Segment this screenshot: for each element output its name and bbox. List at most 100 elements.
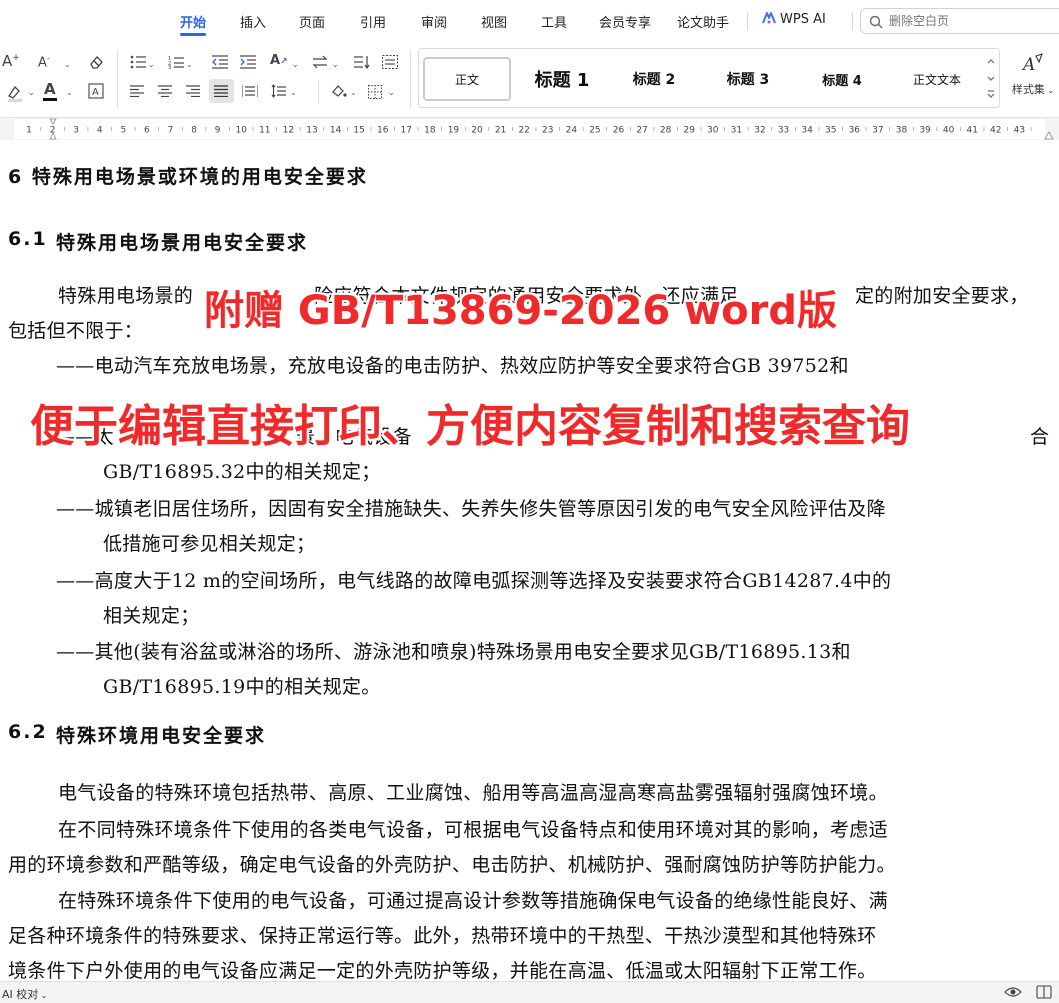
numbered-list-icon[interactable]: 123 xyxy=(168,55,184,69)
distributed-align-icon[interactable] xyxy=(242,85,258,97)
align-right-icon[interactable] xyxy=(186,85,200,97)
align-center-icon[interactable] xyxy=(158,85,172,97)
bullet-4-line-2: 相关规定； xyxy=(103,605,200,627)
wps-ai-button[interactable]: WPS AI xyxy=(762,11,826,27)
svg-text:A: A xyxy=(92,87,99,98)
ribbon-divider xyxy=(318,80,319,104)
horizontal-ruler[interactable]: 1 2 3 4 5 6 7 8 9 10 11 12 13 14 15 16 17 18 19 20 21 22 23 24 2… xyxy=(0,117,1059,140)
status-bar: AI 校对 ⌄ xyxy=(0,981,1059,1003)
ruler-number: 36 xyxy=(849,126,861,136)
ruler-number: 38 xyxy=(896,126,908,136)
ruler-number: 33 xyxy=(778,126,789,136)
paragraph-1-line-2: 包括但不限于： xyxy=(8,320,144,342)
heading-6-1: 特殊用电场景用电安全要求 xyxy=(56,232,309,254)
line-spacing-icon[interactable] xyxy=(312,55,328,69)
eraser-icon[interactable] xyxy=(88,54,104,70)
font-shrink-icon[interactable]: A- xyxy=(38,55,50,70)
svg-text:3: 3 xyxy=(168,65,171,69)
bullet-3-line-2: 低措施可参见相关规定； xyxy=(103,533,316,555)
tab-page[interactable]: 页面 xyxy=(299,12,325,31)
search-input[interactable] xyxy=(889,13,1049,29)
chevron-down-icon[interactable]: ⌄ xyxy=(28,88,35,97)
ruler-number: 11 xyxy=(259,126,270,136)
wps-ai-icon xyxy=(762,12,776,24)
tab-member[interactable]: 会员专享 xyxy=(599,12,651,31)
ruler-number: 16 xyxy=(377,126,389,136)
justify-icon[interactable] xyxy=(214,85,228,97)
ruler-number: 7 xyxy=(168,126,174,136)
style-body-text-label: 正文文本 xyxy=(912,72,961,87)
chevron-down-icon[interactable]: ⌄ xyxy=(350,88,357,97)
styles-set-button[interactable]: A 样式集 ⌄ xyxy=(1010,52,1056,108)
style-body-text[interactable]: 正文文本 xyxy=(893,57,981,101)
ruler-number: 13 xyxy=(306,126,317,136)
ruler-number: 21 xyxy=(495,126,506,136)
heading-6: 6 特殊用电场景或环境的用电安全要求 xyxy=(8,166,368,188)
chevron-down-icon[interactable]: ⌄ xyxy=(290,88,297,97)
show-marks-icon[interactable] xyxy=(382,55,398,69)
ruler-number: 8 xyxy=(191,126,197,136)
tab-insert[interactable]: 插入 xyxy=(240,12,266,31)
char-border-icon[interactable]: A xyxy=(88,83,104,99)
ruler-number: 43 xyxy=(1014,126,1025,136)
style-heading-2[interactable]: 标题 2 xyxy=(611,57,697,101)
ruler-number: 9 xyxy=(215,126,221,136)
bullet-list-icon[interactable] xyxy=(130,55,146,69)
promo-banner-line-1: 附赠 GB/T13869-2026 word版 xyxy=(203,287,838,335)
ruler-number: 1 xyxy=(26,126,32,136)
border-icon[interactable] xyxy=(368,85,382,99)
chevron-down-icon[interactable]: ⌄ xyxy=(332,60,339,69)
ruler-number: 25 xyxy=(589,126,600,136)
ribbon-divider xyxy=(117,50,118,108)
ruler-number: 29 xyxy=(684,126,696,136)
paragraph-spacing-icon[interactable] xyxy=(270,84,286,98)
shading-icon[interactable] xyxy=(330,84,348,100)
chevron-down-icon[interactable]: ⌄ xyxy=(148,60,155,69)
ruler-number: 32 xyxy=(754,126,765,136)
font-grow-icon[interactable]: A+ xyxy=(2,54,20,69)
chevron-down-icon[interactable]: ⌄ xyxy=(64,60,71,69)
tab-paper-assistant[interactable]: 论文助手 xyxy=(677,12,729,31)
read-mode-icon[interactable] xyxy=(1036,985,1052,1002)
text-direction-icon[interactable]: A↗ xyxy=(270,54,288,67)
paragraph-3-line-2: 用的环境参数和严酷等级，确定电气设备的外壳防护、电击防护、机械防护、强耐腐蚀防护… xyxy=(8,854,896,876)
gallery-scroll[interactable] xyxy=(985,53,997,103)
sort-icon[interactable] xyxy=(354,55,370,69)
increase-indent-icon[interactable] xyxy=(240,55,256,69)
menu-divider xyxy=(747,12,748,30)
style-heading-3[interactable]: 标题 3 xyxy=(705,57,791,101)
wps-ai-label: WPS AI xyxy=(780,12,826,27)
styles-gallery: 正文 标题 1 标题 2 标题 3 标题 4 正文文本 xyxy=(418,48,1000,108)
ruler-number: 35 xyxy=(825,126,836,136)
search-box[interactable] xyxy=(860,8,1059,34)
chevron-down-icon[interactable]: ⌄ xyxy=(66,88,73,97)
font-color-icon[interactable]: A xyxy=(44,82,56,97)
tab-tools[interactable]: 工具 xyxy=(541,12,567,31)
tab-view[interactable]: 视图 xyxy=(481,12,507,31)
decrease-indent-icon[interactable] xyxy=(212,55,228,69)
ruler-number: 31 xyxy=(731,126,742,136)
style-heading-4[interactable]: 标题 4 xyxy=(799,57,885,101)
ruler-number: 34 xyxy=(801,126,813,136)
search-icon xyxy=(869,14,883,33)
style-heading-1[interactable]: 标题 1 xyxy=(519,57,605,101)
highlight-color-icon[interactable] xyxy=(6,84,24,102)
style-normal[interactable]: 正文 xyxy=(423,57,511,101)
tab-home[interactable]: 开始 xyxy=(180,12,206,31)
ai-proofread-button[interactable]: AI 校对 ⌄ xyxy=(2,986,48,1002)
styles-set-icon: A xyxy=(1021,52,1044,77)
ai-proofread-label: AI 校对 xyxy=(2,988,39,1001)
ruler-number: 42 xyxy=(990,126,1001,136)
document-page[interactable]: 6 特殊用电场景或环境的用电安全要求 6.1 特殊用电场景用电安全要求 特殊用电… xyxy=(0,140,1059,981)
bullet-1-line-1: ——电动汽车充放电场景，充放电设备的电击防护、热效应防护等安全要求符合GB 39… xyxy=(56,355,849,377)
tab-review[interactable]: 审阅 xyxy=(421,12,447,31)
eye-icon[interactable] xyxy=(1004,985,1022,1002)
tab-references[interactable]: 引用 xyxy=(360,12,386,31)
ribbon-toolbar: A+ A- ⌄ ⌄ A ⌄ A ⌄ 123 ⌄ A↗ ⌄ ⌄ ⌄ ⌄ ⌄ 正文 … xyxy=(0,42,1059,116)
chevron-down-icon[interactable]: ⌄ xyxy=(388,88,395,97)
chevron-down-icon[interactable]: ⌄ xyxy=(186,60,193,69)
chevron-down-icon[interactable]: ⌄ xyxy=(292,60,299,69)
ruler-number: 17 xyxy=(401,126,412,136)
paragraph-2: 电气设备的特殊环境包括热带、高原、工业腐蚀、船用等高温高湿高寒高盐雾强辐射强腐蚀… xyxy=(58,782,888,804)
align-left-icon[interactable] xyxy=(130,85,144,97)
